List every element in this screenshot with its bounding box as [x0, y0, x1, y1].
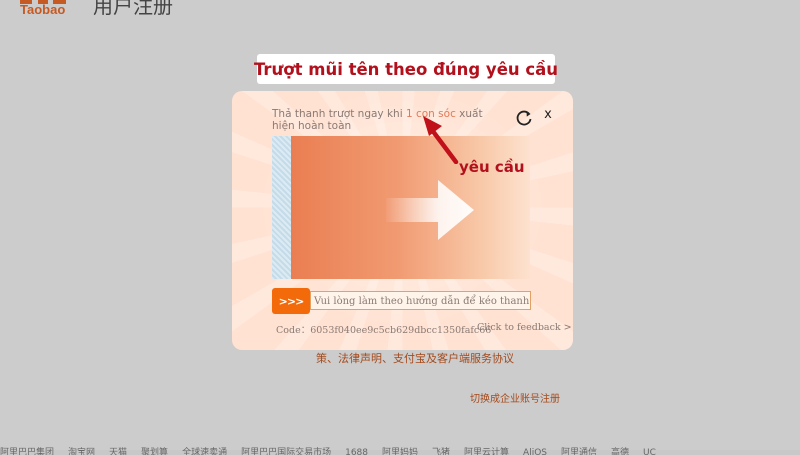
- footer-link[interactable]: 1688: [345, 448, 368, 455]
- footer-link[interactable]: 淘宝网: [68, 448, 95, 455]
- banner-text: Trượt mũi tên theo đúng yêu cầu: [253, 59, 559, 79]
- footer-link[interactable]: 阿里巴巴集团: [0, 448, 54, 455]
- switch-enterprise-link[interactable]: 切换成企业账号注册: [470, 390, 560, 405]
- footer-link[interactable]: 高德: [611, 448, 629, 455]
- footer-link[interactable]: 阿里巴巴国际交易市场: [241, 448, 331, 455]
- footer-link[interactable]: 飞猪: [432, 448, 450, 455]
- refresh-icon[interactable]: [514, 108, 534, 128]
- footer-link[interactable]: 聚划算: [141, 448, 168, 455]
- puzzle-edge-strip: [272, 136, 291, 279]
- footer-link[interactable]: 全球速卖通: [182, 448, 227, 455]
- footer-link[interactable]: AliOS: [523, 448, 547, 455]
- close-icon[interactable]: x: [541, 106, 555, 124]
- footer-links: 阿里巴巴集团 淘宝网 天猫 聚划算 全球速卖通 阿里巴巴国际交易市场 1688 阿里妈妈 飞猪 阿…: [0, 445, 800, 455]
- taobao-logo-text: Taobao: [20, 2, 66, 17]
- footer-link[interactable]: 阿里通信: [561, 448, 597, 455]
- feedback-link[interactable]: Click to feedback >: [477, 322, 572, 333]
- footer-link[interactable]: 阿里妈妈: [382, 448, 418, 455]
- captcha-code: Code：6053f040ee9c5cb629dbcc1350fafc66: [276, 325, 492, 336]
- terms-links[interactable]: 策、法律声明、支付宝及客户端服务协议: [316, 350, 514, 366]
- instruction-text-before: Thả thanh trượt ngay khi: [272, 108, 406, 120]
- slider-track[interactable]: Vui lòng làm theo hướng dẫn để kéo thanh…: [310, 291, 531, 310]
- footer-link[interactable]: 天猫: [109, 448, 127, 455]
- slider-handle[interactable]: >>>: [272, 288, 310, 314]
- annotation-label: yêu cầu: [459, 158, 525, 176]
- annotation-arrow-icon: [423, 116, 459, 164]
- footer-link[interactable]: 阿里云计算: [464, 448, 509, 455]
- footer-link[interactable]: UC: [643, 448, 656, 455]
- page-title: 用户注册: [93, 0, 173, 18]
- captcha-instruction: Thả thanh trượt ngay khi 1 con sóc xuất …: [272, 108, 497, 132]
- arrow-right-icon: [386, 180, 474, 240]
- instruction-banner: Trượt mũi tên theo đúng yêu cầu: [253, 54, 559, 84]
- captcha-modal: Thả thanh trượt ngay khi 1 con sóc xuất …: [232, 91, 573, 350]
